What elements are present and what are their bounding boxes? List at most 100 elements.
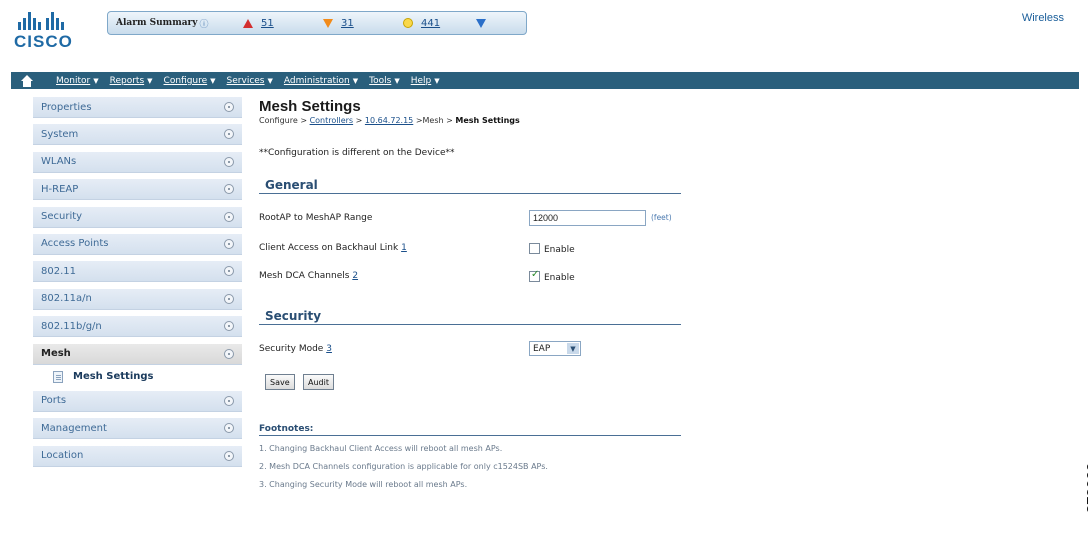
minor-alarms[interactable]: 441 [403, 18, 440, 29]
document-icon [53, 370, 63, 383]
expand-icon[interactable] [476, 18, 486, 28]
caret-down-icon: ▼ [210, 76, 216, 85]
major-alarm-count[interactable]: 31 [341, 18, 354, 29]
client-access-checkbox[interactable]: Enable [529, 242, 575, 255]
alarm-summary-bar[interactable]: Alarm Summary ⓘ 51 31 441 [107, 11, 527, 35]
alarm-summary-label: Alarm Summary [116, 18, 198, 28]
checkbox-box[interactable] [529, 243, 540, 254]
nav-label: Services [226, 75, 265, 86]
sidebar-item-802-11b-g-n[interactable]: 802.11b/g/n [33, 316, 242, 338]
dca-label: Mesh DCA Channels [259, 271, 350, 281]
footnote-2: 2. Mesh DCA Channels configuration is ap… [259, 462, 548, 471]
save-button[interactable]: Save [265, 374, 295, 390]
breadcrumb-configure: Configure [259, 116, 298, 125]
sidebar-item-label: Management [41, 422, 107, 434]
breadcrumb: Configure > Controllers > 10.64.72.15 >M… [259, 116, 689, 125]
expand-icon[interactable] [224, 156, 234, 167]
breadcrumb-current: Mesh Settings [455, 116, 520, 125]
nav-administration[interactable]: Administration ▼ [284, 76, 358, 86]
sidebar-item-mesh[interactable]: Mesh [33, 343, 242, 365]
range-input[interactable] [529, 210, 646, 226]
expand-icon[interactable] [224, 184, 234, 195]
checkbox-box[interactable] [529, 269, 540, 282]
product-name: Wireless [1021, 12, 1064, 24]
breadcrumb-controllers[interactable]: Controllers [310, 116, 354, 125]
expand-icon[interactable] [224, 211, 234, 222]
expand-icon[interactable] [224, 293, 234, 304]
footnote-ref-2[interactable]: 2 [352, 271, 358, 281]
sidebar-item-location[interactable]: Location [33, 445, 242, 467]
expand-icon[interactable] [224, 266, 234, 277]
critical-alarms[interactable]: 51 [243, 18, 274, 29]
collapse-icon[interactable] [224, 348, 234, 359]
sidebar-item-label: WLANs [41, 156, 77, 168]
sidebar-item-label: H-REAP [41, 183, 79, 195]
footnote-ref-3[interactable]: 3 [326, 344, 332, 354]
expand-icon[interactable] [224, 395, 234, 406]
expand-icon[interactable] [224, 321, 234, 332]
sidebar-item-access-points[interactable]: Access Points [33, 233, 242, 255]
enable-label: Enable [544, 245, 575, 255]
expand-icon[interactable] [224, 423, 234, 434]
nav-services[interactable]: Services ▼ [227, 76, 273, 86]
sidebar-item-h-reap[interactable]: H-REAP [33, 179, 242, 201]
sidebar-item-wlans[interactable]: WLANs [33, 151, 242, 173]
sidebar-item-label: 802.11b/g/n [41, 320, 102, 332]
alarm-expand[interactable] [476, 18, 486, 28]
nav-label: Configure [163, 75, 208, 86]
critical-alarm-count[interactable]: 51 [261, 18, 274, 29]
caret-down-icon: ▼ [267, 76, 273, 85]
breadcrumb-sep: > [446, 116, 453, 125]
sidebar-item-label: Mesh [41, 348, 71, 360]
expand-icon[interactable] [224, 238, 234, 249]
sidebar-item-ports[interactable]: Ports [33, 390, 242, 412]
nav-help[interactable]: Help ▼ [411, 76, 440, 86]
caret-down-icon: ▼ [93, 76, 99, 85]
expand-icon[interactable] [224, 102, 234, 112]
major-alarms[interactable]: 31 [323, 18, 354, 29]
sidebar-item-label: System [41, 128, 79, 140]
breadcrumb-controller-ip[interactable]: 10.64.72.15 [365, 116, 413, 125]
caret-down-icon: ▼ [434, 76, 440, 85]
security-mode-select[interactable]: EAP ▼ [529, 341, 581, 356]
sidebar-item-security[interactable]: Security [33, 206, 242, 228]
expand-icon[interactable] [224, 129, 234, 140]
sidebar-subitem-mesh-settings[interactable]: Mesh Settings [33, 367, 242, 387]
nav-label: Reports [109, 75, 145, 86]
sidebar-item-system[interactable]: System [33, 124, 242, 146]
main-nav: Monitor ▼ Reports ▼ Configure ▼ Services ▼ A… [11, 72, 1079, 89]
nav-monitor[interactable]: Monitor ▼ [56, 76, 99, 86]
expand-icon[interactable] [224, 450, 234, 461]
page-title: Mesh Settings [259, 98, 361, 115]
sidebar-item-label: Location [41, 450, 84, 462]
breadcrumb-mesh: >Mesh [415, 116, 444, 125]
nav-tools[interactable]: Tools ▼ [369, 76, 400, 86]
security-mode-row: Security Mode 3 EAP ▼ [259, 341, 689, 356]
sidebar-item-label: Ports [41, 395, 67, 407]
sidebar-item-management[interactable]: Management [33, 418, 242, 440]
cisco-bars-icon [14, 8, 84, 30]
sidebar-item-properties[interactable]: Properties [33, 97, 242, 118]
main-content: Mesh Settings Configure > Controllers > … [259, 98, 689, 489]
home-icon[interactable] [20, 74, 34, 87]
audit-button[interactable]: Audit [303, 374, 334, 390]
info-icon[interactable]: ⓘ [200, 17, 209, 30]
enable-label: Enable [544, 273, 575, 283]
nav-label: Tools [369, 75, 392, 86]
sidebar-item-label: Access Points [41, 238, 109, 250]
config-mismatch-note: **Configuration is different on the Devi… [259, 148, 455, 158]
sidebar-item-802-11[interactable]: 802.11 [33, 261, 242, 283]
nav-reports[interactable]: Reports ▼ [110, 76, 153, 86]
dca-checkbox[interactable]: Enable [529, 269, 575, 283]
footnote-ref-1[interactable]: 1 [401, 243, 407, 253]
security-heading: Security [259, 309, 681, 325]
caret-down-icon: ▼ [147, 76, 153, 85]
sidebar: Properties System WLANs H-REAP Security … [33, 97, 242, 473]
nav-configure[interactable]: Configure ▼ [164, 76, 216, 86]
chevron-down-icon[interactable]: ▼ [567, 343, 579, 354]
client-access-row: Client Access on Backhaul Link 1 Enable [259, 242, 689, 255]
sidebar-item-802-11a-n[interactable]: 802.11a/n [33, 288, 242, 310]
minor-alarm-count[interactable]: 441 [421, 18, 440, 29]
nav-label: Administration [283, 75, 350, 86]
client-access-label: Client Access on Backhaul Link [259, 243, 399, 253]
